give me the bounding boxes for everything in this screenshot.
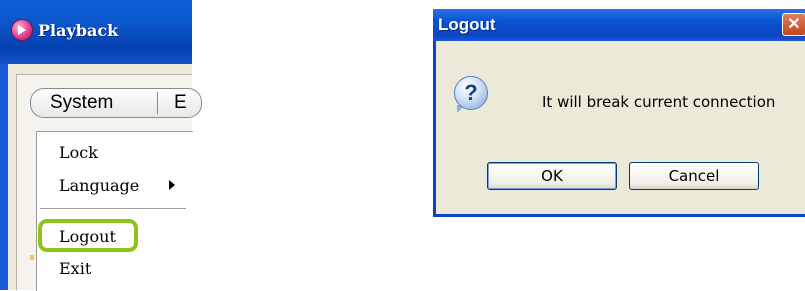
close-icon: ✕ — [787, 16, 801, 33]
menu-system[interactable]: System — [50, 92, 113, 114]
menubar-divider — [157, 92, 158, 114]
cancel-button[interactable]: Cancel — [629, 162, 759, 190]
logout-dialog: Logout ✕ ? It will break current connect… — [433, 9, 805, 217]
menu-separator — [40, 208, 186, 209]
menu-item-language[interactable]: Language — [59, 176, 139, 195]
dialog-message: It will break current connection — [542, 93, 776, 111]
menu-next-partial[interactable]: E — [174, 92, 187, 114]
playback-title: Playback — [38, 21, 119, 40]
submenu-arrow-icon — [169, 180, 175, 190]
dialog-title: Logout — [438, 15, 496, 34]
playback-app-icon — [12, 20, 32, 40]
close-button[interactable]: ✕ — [782, 13, 805, 36]
window-frame — [0, 64, 8, 290]
logout-highlight-marker — [38, 219, 138, 252]
question-icon: ? — [454, 76, 488, 110]
menu-item-exit[interactable]: Exit — [59, 259, 91, 278]
dialog-body — [433, 41, 805, 217]
decorative-mark — [30, 255, 34, 260]
ok-button[interactable]: OK — [487, 162, 617, 190]
menu-item-lock[interactable]: Lock — [59, 143, 98, 162]
